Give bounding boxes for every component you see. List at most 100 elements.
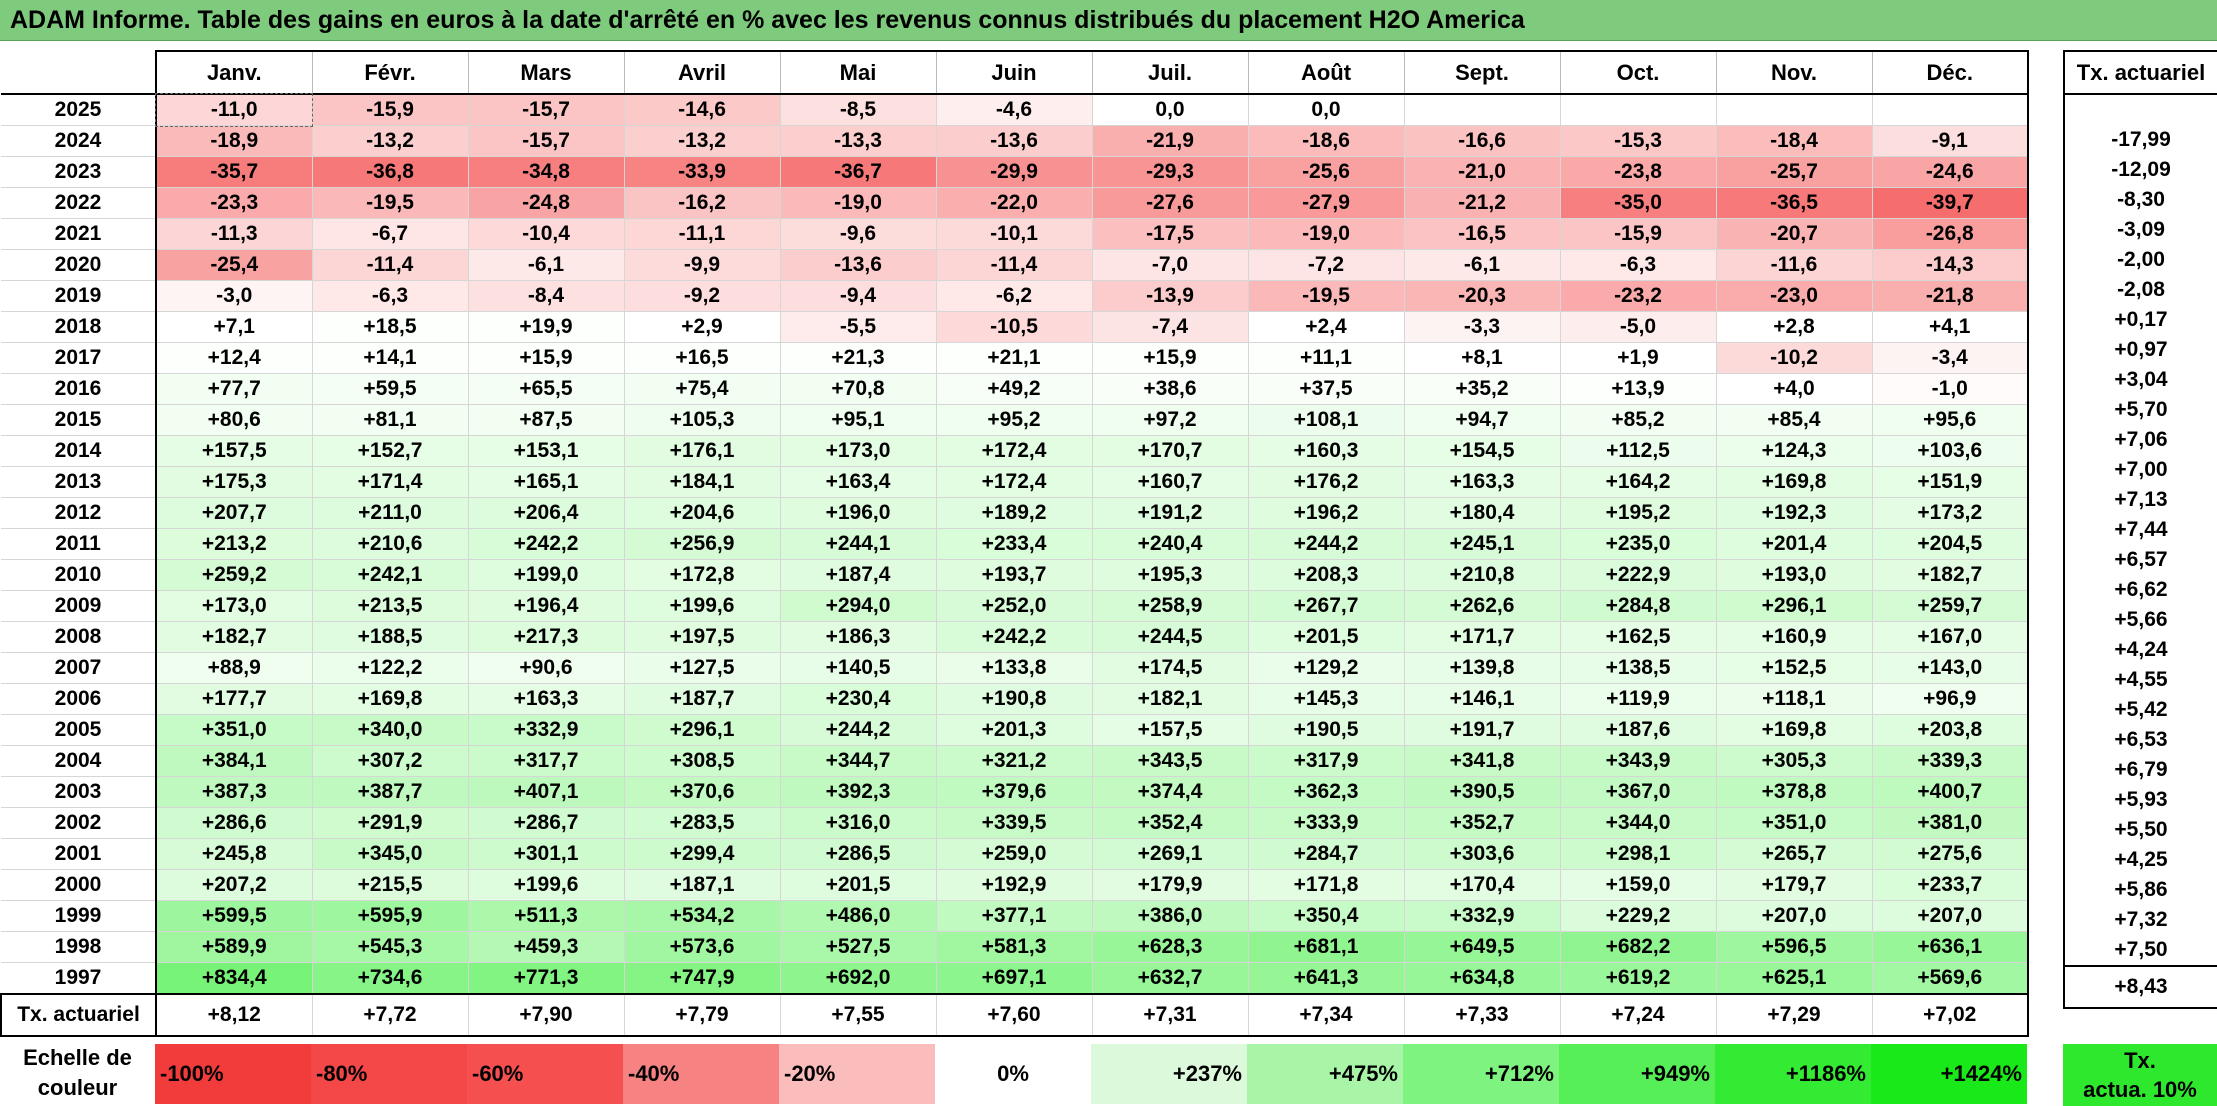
gain-cell: +332,9 [467,714,625,746]
month-header: Déc. [1871,50,2029,95]
gain-cell: +233,7 [1871,869,2029,901]
gain-cell: -13,6 [779,249,937,281]
gain-cell: +13,9 [1559,373,1717,405]
table-row: 2007 +88,9 +122,2 +90,6 +127,5 +140,5 +133,8 +1… [1,652,2029,684]
gain-cell: +374,4 [1091,776,1249,808]
gain-cell: +94,7 [1403,404,1561,436]
gain-cell: +734,6 [311,962,469,995]
gain-cell: -29,3 [1091,156,1249,188]
gain-cell: -18,4 [1715,125,1873,157]
gain-cell: +345,0 [311,838,469,870]
gain-cell: -19,0 [779,187,937,219]
table-row: 2011 +213,2 +210,6 +242,2 +256,9 +244,1 +233,4… [1,528,2029,560]
gain-cell: +201,5 [779,869,937,901]
gain-cell: +127,5 [623,652,781,684]
actuarial-month-cell: +7,02 [1871,993,2029,1037]
gain-cell: +235,0 [1559,528,1717,560]
gain-cell: +38,6 [1091,373,1249,405]
gain-cell: -6,1 [1403,249,1561,281]
gain-cell: +252,0 [935,590,1093,622]
gain-cell: +95,2 [935,404,1093,436]
gain-cell: +186,3 [779,621,937,653]
gain-cell: +35,2 [1403,373,1561,405]
gain-cell: +37,5 [1247,373,1405,405]
gain-cell: +201,5 [1247,621,1405,653]
gain-cell: +145,3 [1247,683,1405,715]
gain-cell: +386,0 [1091,900,1249,932]
gain-cell: +1,9 [1559,342,1717,374]
gain-cell: +233,4 [935,528,1093,560]
year-cell: 2002 [1,807,157,839]
gain-cell: +511,3 [467,900,625,932]
gain-cell: +81,1 [311,404,469,436]
year-cell: 2012 [1,497,157,529]
actuarial-rate-cell: +7,06 [2063,425,2217,455]
gain-cell: +192,3 [1715,497,1873,529]
gain-cell: +286,7 [467,807,625,839]
gain-cell: +163,3 [1403,466,1561,498]
gain-cell: +267,7 [1247,590,1405,622]
gain-cell: -15,7 [467,125,625,157]
actuarial-summary-row: Tx. actuariel +8,12 +7,72 +7,90 +7,79 +7,55 +7… [0,993,2029,1037]
gain-cell: -15,9 [311,93,469,126]
gain-cell: -16,2 [623,187,781,219]
gain-cell: +49,2 [935,373,1093,405]
gain-cell: +681,1 [1247,931,1405,963]
month-header: Oct. [1559,50,1717,95]
gain-cell: +636,1 [1871,931,2029,963]
gain-cell: +11,1 [1247,342,1405,374]
gain-cell: -15,9 [1559,218,1717,250]
gain-cell: -5,0 [1559,311,1717,343]
gain-cell: +245,8 [155,838,313,870]
table-row: 2001 +245,8 +345,0 +301,1 +299,4 +286,5 +259,0… [1,838,2029,870]
year-cell: 2015 [1,404,157,436]
year-cell: 2013 [1,466,157,498]
gain-cell: +184,1 [623,466,781,498]
table-row: 1999 +599,5 +595,9 +511,3 +534,2 +486,0 +377,1… [1,900,2029,932]
gain-cell: -36,7 [779,156,937,188]
gain-cell: +339,5 [935,807,1093,839]
gain-cell: -16,6 [1403,125,1561,157]
gain-cell: +167,0 [1871,621,2029,653]
gain-cell: -6,3 [1559,249,1717,281]
gain-cell: +146,1 [1403,683,1561,715]
gain-cell: +187,1 [623,869,781,901]
gain-cell: -35,0 [1559,187,1717,219]
gain-cell: +230,4 [779,683,937,715]
gain-cell: +14,1 [311,342,469,374]
actuarial-rate-cell: +5,50 [2063,815,2217,845]
month-header: Août [1247,50,1405,95]
gain-cell: +242,2 [467,528,625,560]
gain-cell: -21,2 [1403,187,1561,219]
gain-cell: +275,6 [1871,838,2029,870]
month-header: Juil. [1091,50,1249,95]
gain-cell: -7,2 [1247,249,1405,281]
actuarial-month-cell: +7,55 [779,993,937,1037]
gain-cell: -21,0 [1403,156,1561,188]
gain-cell: +173,0 [779,435,937,467]
gain-cell: +284,8 [1559,590,1717,622]
gain-cell: +196,4 [467,590,625,622]
gain-cell: +193,0 [1715,559,1873,591]
color-scale-swatch: -60% [467,1044,623,1104]
gain-cell: -24,8 [467,187,625,219]
gain-cell: +632,7 [1091,962,1249,995]
gain-cell: +296,1 [1715,590,1873,622]
gain-cell: +85,2 [1559,404,1717,436]
gain-cell: +199,6 [467,869,625,901]
gain-cell: +176,2 [1247,466,1405,498]
gain-cell: +2,4 [1247,311,1405,343]
gain-cell: +367,0 [1559,776,1717,808]
gain-cell: -13,6 [935,125,1093,157]
month-header: Nov. [1715,50,1873,95]
gain-cell: +362,3 [1247,776,1405,808]
report-title: ADAM Informe. Table des gains en euros à… [0,0,2217,41]
gain-cell: +152,5 [1715,652,1873,684]
actuarial-rate-cell: +5,93 [2063,785,2217,815]
color-scale-swatch: +712% [1403,1044,1559,1104]
gain-cell: +97,2 [1091,404,1249,436]
actuarial-rate-cell: +5,70 [2063,395,2217,425]
gain-cell: +286,6 [155,807,313,839]
gain-cell: +152,7 [311,435,469,467]
year-cell: 1999 [1,900,157,932]
